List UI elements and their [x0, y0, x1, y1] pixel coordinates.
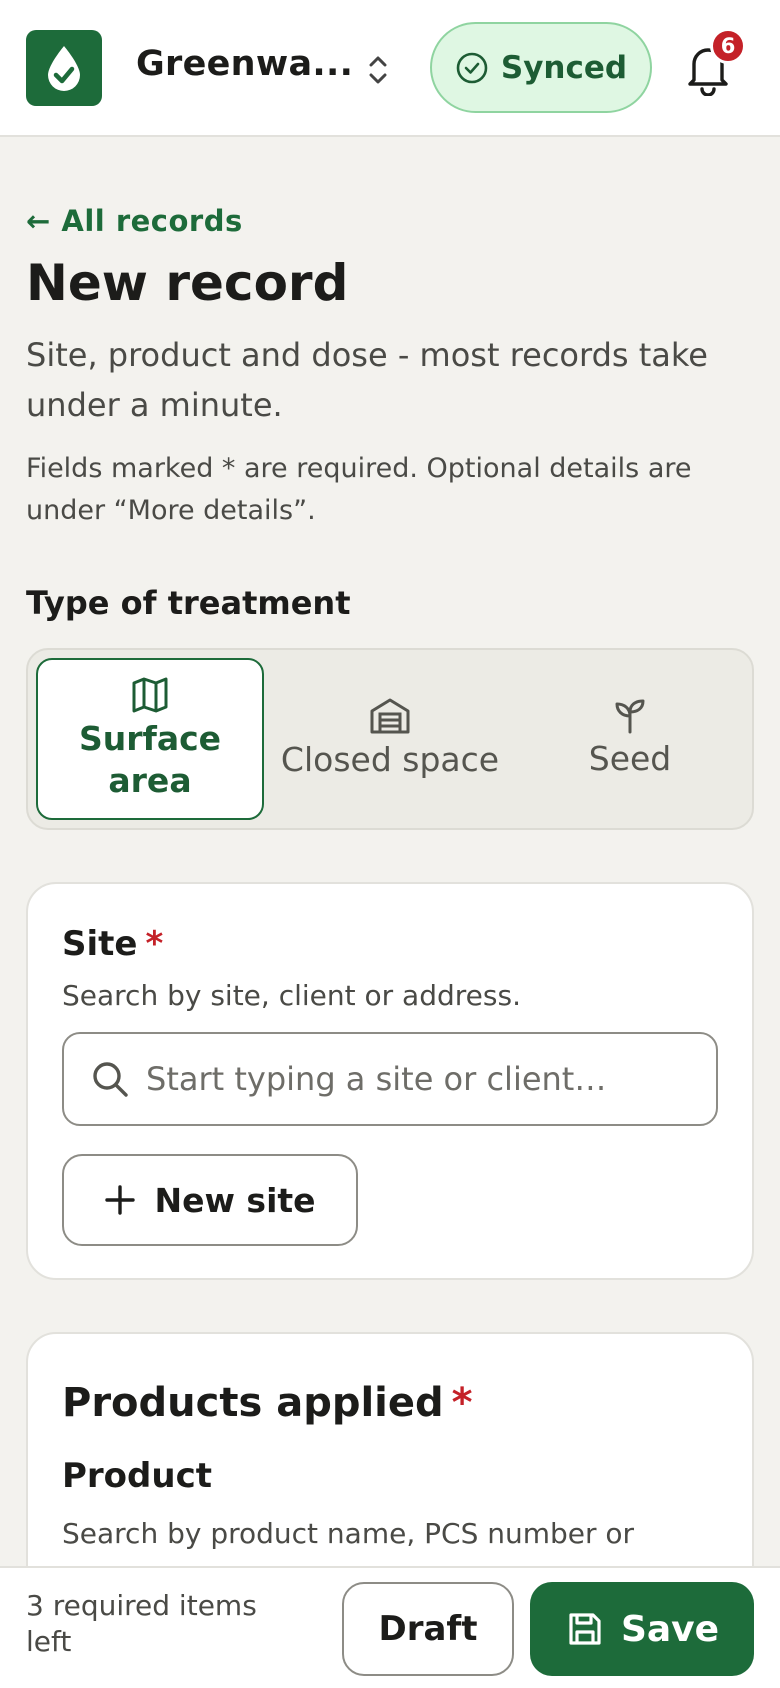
notification-count-badge: 6: [710, 28, 746, 64]
treatment-option-label: Seed: [588, 739, 672, 778]
droplet-check-icon: [48, 46, 80, 91]
required-items-left: 3 required items left: [26, 1589, 257, 1658]
sprout-icon: [615, 699, 645, 734]
search-icon: [93, 1062, 128, 1097]
site-search-input[interactable]: [146, 1060, 666, 1098]
products-section-title: Products applied *: [62, 1380, 473, 1426]
required-fields-hint: Fields marked * are required. Optional d…: [26, 453, 692, 526]
treatment-option-seed[interactable]: Seed: [516, 658, 744, 820]
save-button[interactable]: Save: [530, 1582, 754, 1676]
warehouse-icon: [370, 698, 410, 734]
required-mark: *: [451, 1380, 473, 1426]
site-label: Site: [62, 924, 138, 964]
draft-button[interactable]: Draft: [342, 1582, 514, 1676]
site-search-field[interactable]: [62, 1032, 718, 1126]
products-label: Products applied: [62, 1380, 444, 1426]
org-name[interactable]: Greenwa...: [136, 44, 353, 84]
treatment-option-label: Closed space: [280, 740, 500, 779]
site-help-text: Search by site, client or address.: [62, 979, 521, 1012]
page-title: New record: [26, 254, 349, 312]
sync-status-badge[interactable]: Synced: [430, 22, 652, 113]
chevron-up-down-icon[interactable]: [364, 50, 392, 90]
treatment-option-closed-space[interactable]: Closed space: [276, 658, 504, 820]
new-site-button[interactable]: New site: [62, 1154, 358, 1246]
treatment-type-label: Type of treatment: [26, 584, 351, 622]
map-icon: [132, 677, 168, 713]
product-field-label: Product: [62, 1456, 212, 1496]
new-site-label: New site: [154, 1180, 316, 1220]
plus-icon: [105, 1185, 136, 1215]
app-header: Greenwa... Synced 6: [0, 0, 780, 137]
treatment-option-label: Surface area: [78, 719, 222, 800]
save-label: Save: [620, 1608, 720, 1650]
all-records-back-link[interactable]: ← All records: [26, 204, 243, 238]
save-icon: [569, 1613, 601, 1645]
bottom-action-bar: 3 required items left Draft Save: [0, 1566, 780, 1688]
sync-status-label: Synced: [500, 49, 628, 86]
check-circle-icon: [456, 52, 488, 83]
required-mark: *: [145, 924, 164, 964]
site-field-title: Site *: [62, 924, 163, 964]
treatment-option-surface-area[interactable]: Surface area: [36, 658, 264, 820]
site-card: Site * Search by site, client or address.…: [26, 882, 754, 1280]
app-logo[interactable]: [26, 30, 102, 106]
page-subtitle: Site, product and dose - most records ta…: [26, 336, 708, 424]
treatment-type-selector: Surface area Closed space Seed: [26, 648, 754, 830]
